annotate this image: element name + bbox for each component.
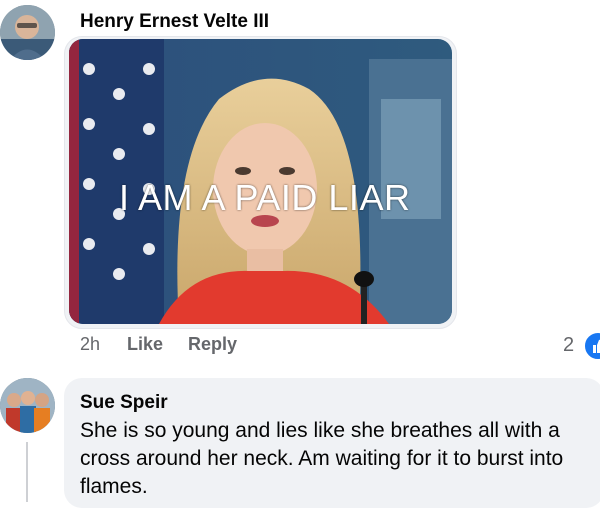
image-caption: I AM A PAID LIAR — [119, 177, 411, 218]
thumbs-up-icon[interactable] — [583, 331, 600, 361]
comment-text: She is so young and lies like she breath… — [80, 419, 564, 498]
reply-button[interactable]: Reply — [188, 334, 237, 355]
thread-line — [26, 442, 28, 502]
comment-timestamp[interactable]: 2h — [80, 334, 100, 355]
avatar[interactable] — [0, 5, 55, 60]
comment-image[interactable]: I AM A PAID LIAR — [64, 36, 457, 329]
like-button[interactable]: Like — [127, 334, 163, 355]
avatar[interactable] — [0, 378, 55, 433]
comment-author[interactable]: Henry Ernest Velte III — [80, 11, 269, 33]
reaction-count[interactable]: 2 — [563, 334, 574, 357]
comment-author[interactable]: Sue Speir — [80, 392, 168, 414]
